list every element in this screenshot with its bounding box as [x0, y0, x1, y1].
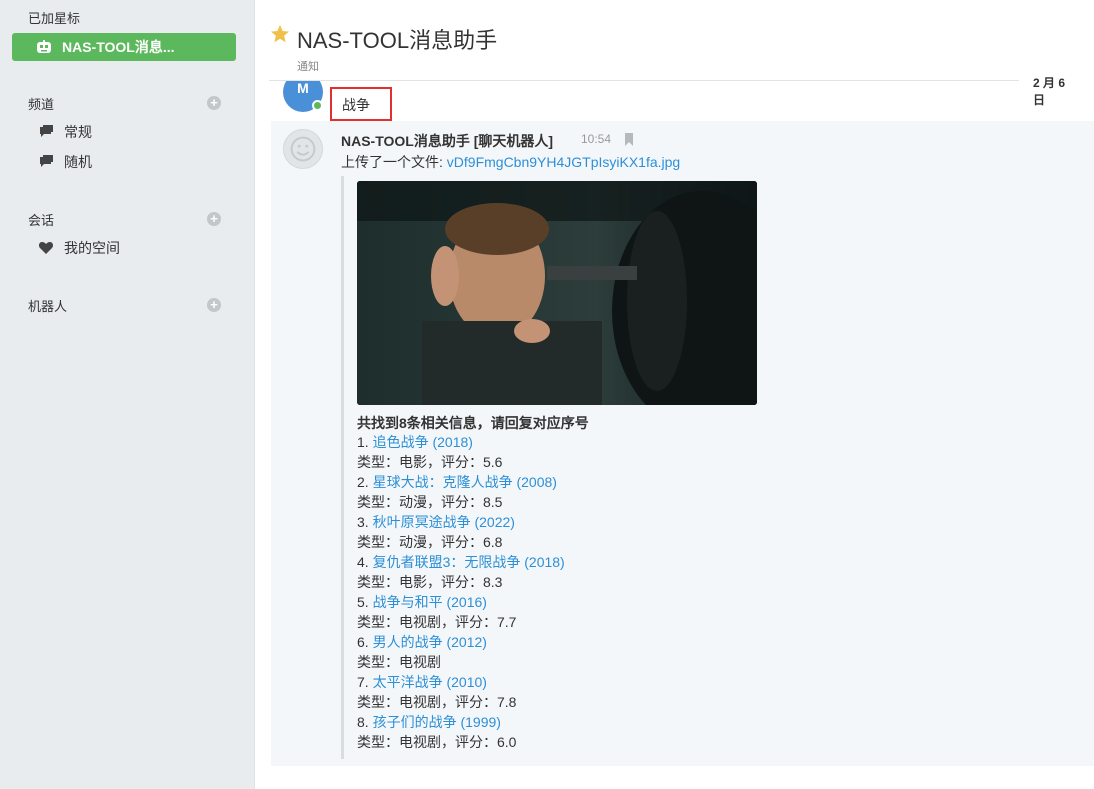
list-item: 2. 星球大战：克隆人战争 (2008): [357, 472, 565, 492]
list-item: 5. 战争与和平 (2016): [357, 592, 565, 612]
online-status-icon: [312, 100, 323, 111]
result-link[interactable]: 秋叶原冥途战争 (2022): [373, 514, 515, 530]
result-info: 类型：电影，评分：5.6: [357, 454, 503, 470]
sidebar-item-label: NAS-TOOL消息...: [62, 39, 175, 55]
result-link[interactable]: 追色战争 (2018): [373, 434, 473, 450]
sidebar-item-label: 我的空间: [64, 240, 120, 256]
starred-section-title: 已加星标: [28, 11, 81, 26]
list-item: 6. 男人的战争 (2012): [357, 632, 565, 652]
main-panel: NAS-TOOL消息助手 通知 2 月 6 日 M 战争 NAS-TOOL消息助…: [254, 0, 1094, 789]
chat-bubble-icon: [40, 125, 53, 137]
add-channel-icon[interactable]: +: [207, 96, 221, 110]
bot-avatar-icon[interactable]: [283, 129, 323, 169]
movie-poster-image[interactable]: [357, 181, 757, 405]
bot-name[interactable]: NAS-TOOL消息助手 [聊天机器人]: [341, 131, 553, 151]
page-title: NAS-TOOL消息助手: [297, 28, 498, 53]
list-item: 4. 复仇者联盟3：无限战争 (2018): [357, 552, 565, 572]
result-link[interactable]: 太平洋战争 (2010): [373, 674, 487, 690]
result-info: 类型：电视剧，评分：6.0: [357, 734, 517, 750]
result-number: 4.: [357, 554, 369, 570]
list-item: 1. 追色战争 (2018): [357, 432, 565, 452]
result-number: 5.: [357, 594, 369, 610]
channels-section-title: 频道: [28, 97, 55, 112]
result-header: 共找到8条相关信息，请回复对应序号: [357, 415, 589, 431]
sidebar-item-label: 随机: [64, 154, 92, 170]
result-number: 6.: [357, 634, 369, 650]
conversations-section-title: 会话: [28, 213, 55, 228]
chat-bubble-icon: [40, 155, 53, 167]
list-item: 8. 孩子们的战争 (1999): [357, 712, 565, 732]
result-link[interactable]: 战争与和平 (2016): [373, 594, 487, 610]
result-info: 类型：电视剧，评分：7.7: [357, 614, 517, 630]
file-link[interactable]: vDf9FmgCbn9YH4JGTpIsyiKX1fa.jpg: [447, 154, 680, 170]
date-divider: [269, 80, 1094, 81]
bots-section-title: 机器人: [28, 299, 68, 314]
sidebar-item-general[interactable]: 常规: [38, 122, 92, 142]
heart-icon: [38, 242, 54, 254]
result-info: 类型：电影，评分：8.3: [357, 574, 503, 590]
add-conversation-icon[interactable]: +: [207, 212, 221, 226]
message-time: 10:54: [581, 132, 612, 146]
upload-prefix: 上传了一个文件:: [341, 154, 447, 170]
add-bot-icon[interactable]: +: [207, 298, 221, 312]
result-info: 类型：电视剧，评分：7.8: [357, 694, 517, 710]
sidebar: 已加星标 NAS-TOOL消息... 频道 + 常规 随机 会话 + 我的空间 …: [0, 0, 254, 789]
results-list: 1. 追色战争 (2018) 类型：电影，评分：5.6 2. 星球大战：克隆人战…: [357, 432, 565, 752]
quote-bar: [341, 176, 344, 759]
result-number: 2.: [357, 474, 369, 490]
list-item: 7. 太平洋战争 (2010): [357, 672, 565, 692]
result-info: 类型：动漫，评分：8.5: [357, 494, 503, 510]
upload-line: 上传了一个文件: vDf9FmgCbn9YH4JGTpIsyiKX1fa.jpg: [341, 152, 680, 172]
result-info: 类型：动漫，评分：6.8: [357, 534, 503, 550]
sidebar-item-random[interactable]: 随机: [38, 152, 92, 172]
result-link[interactable]: 复仇者联盟3：无限战争 (2018): [373, 554, 565, 570]
robot-icon: [37, 40, 51, 53]
result-number: 1.: [357, 434, 369, 450]
result-number: 7.: [357, 674, 369, 690]
sidebar-item-my-space[interactable]: 我的空间: [38, 238, 120, 258]
result-number: 8.: [357, 714, 369, 730]
result-number: 3.: [357, 514, 369, 530]
result-link[interactable]: 孩子们的战争 (1999): [373, 714, 501, 730]
result-link[interactable]: 男人的战争 (2012): [373, 634, 487, 650]
list-item: 3. 秋叶原冥途战争 (2022): [357, 512, 565, 532]
page-subtitle: 通知: [297, 61, 319, 73]
sidebar-item-label: 常规: [64, 124, 92, 140]
star-icon[interactable]: [270, 24, 290, 44]
sidebar-item-nas-tool[interactable]: NAS-TOOL消息...: [12, 33, 236, 61]
bot-message: NAS-TOOL消息助手 [聊天机器人] 10:54 上传了一个文件: vDf9…: [271, 121, 1094, 766]
result-link[interactable]: 星球大战：克隆人战争 (2008): [373, 474, 557, 490]
user-message: 战争: [330, 87, 392, 121]
bookmark-icon[interactable]: [624, 133, 634, 146]
date-label: 2 月 6 日: [1019, 74, 1094, 108]
result-info: 类型：电视剧: [357, 654, 441, 670]
